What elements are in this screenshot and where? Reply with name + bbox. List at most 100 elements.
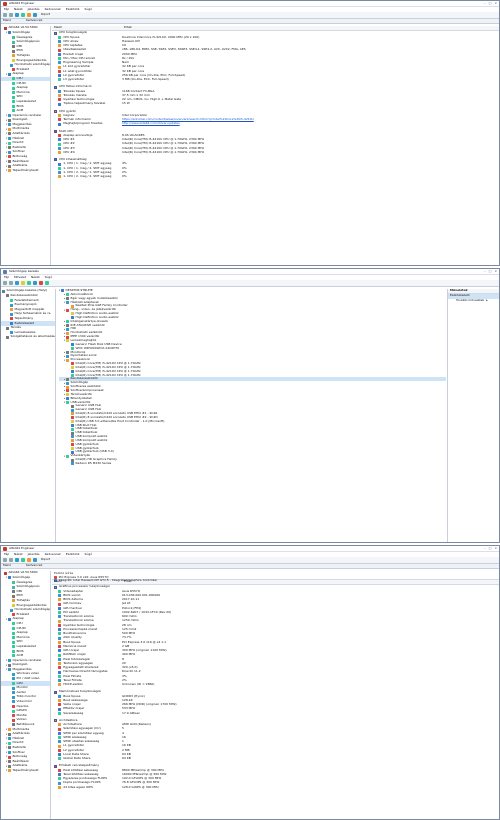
report-icon[interactable] — [33, 13, 37, 17]
device-icon — [66, 339, 69, 343]
property-row[interactable]: HDCP-eszköz Unknown (ID = 2860) — [52, 683, 499, 687]
properties-icon[interactable] — [21, 281, 25, 285]
property-value: 76.8 GFLOPS @ 300 MHz — [122, 781, 160, 785]
user-icon[interactable] — [27, 13, 31, 17]
up-icon[interactable] — [15, 13, 19, 17]
nav-item[interactable]: ▾ Teljesítményteszt — [1, 168, 50, 173]
property-value: 2 GB — [122, 644, 130, 648]
category-icon — [8, 764, 11, 768]
property-value: 32 KB per core — [122, 69, 145, 73]
category-icon — [8, 727, 11, 731]
property-link[interactable]: https://ark.intel.com/content/www/us/en/… — [122, 118, 499, 122]
update-icon[interactable] — [45, 281, 49, 285]
property-name: Busz típusa — [63, 640, 81, 644]
menu-item[interactable]: Kedvencek — [45, 552, 61, 557]
minimize-icon[interactable]: – — [484, 546, 486, 551]
property-value: 2017.10.11 — [122, 598, 140, 601]
property-value: AMD GCN (Radeon) — [122, 723, 152, 726]
forward-icon[interactable] — [9, 558, 13, 562]
property-name: 24 bites egész IOPS — [63, 785, 93, 789]
minimize-icon[interactable]: – — [484, 269, 486, 274]
property-link[interactable]: http://www.aida64.com/driver-updates — [122, 122, 499, 126]
user-icon[interactable] — [27, 558, 31, 562]
back-icon[interactable] — [3, 13, 7, 17]
close-icon[interactable]: × — [494, 1, 497, 6]
menu-item[interactable]: Művelet — [14, 275, 26, 280]
menu-item[interactable]: Fájl — [4, 7, 9, 12]
property-row[interactable]: Meghajtóprogram frissítés http://www.aida… — [52, 122, 499, 126]
menu-item[interactable]: Jelentés — [28, 7, 40, 12]
menu-item[interactable]: Súgó — [45, 275, 53, 280]
column-value[interactable]: Érték — [122, 579, 132, 584]
menu-item[interactable]: Súgó — [85, 552, 93, 557]
property-row[interactable]: CPU #4 Intel(R) Core(TM) i5-4210U CPU @ 1… — [52, 151, 499, 155]
tab-favorites[interactable]: Kedvencek — [26, 18, 52, 23]
menu-item[interactable]: Eszközök — [66, 552, 80, 557]
up-icon[interactable] — [15, 558, 19, 562]
report-button[interactable]: Riport — [41, 12, 50, 17]
property-name: L3 gyorsítótár — [63, 78, 85, 81]
column-value[interactable]: Érték — [122, 26, 132, 30]
property-icon — [58, 611, 62, 615]
menu-item[interactable]: Eszközök — [66, 7, 80, 12]
minimize-icon[interactable]: – — [484, 1, 486, 6]
section-icon — [54, 585, 57, 589]
property-icon — [58, 44, 62, 48]
help-icon[interactable] — [27, 281, 31, 285]
property-row[interactable]: Tipikus teljesítmény felvétel 15 W — [52, 102, 499, 106]
property-row[interactable]: 24 bites egész IOPS 128.0 GIOPS @ 300 MHz — [52, 785, 499, 789]
nav-item[interactable]: ▾ Teljesítményteszt — [1, 768, 50, 774]
section-icon — [54, 719, 57, 723]
device-icon — [71, 416, 74, 420]
tab-menu[interactable]: Menü — [1, 563, 26, 568]
menu-item[interactable]: Fájl — [4, 552, 9, 557]
tab-favorites[interactable]: Kedvencek — [26, 563, 52, 568]
property-list: CPU tulajdonságok CPU típusa DualCore Inte… — [52, 30, 499, 182]
forward-icon[interactable] — [9, 281, 13, 285]
back-icon[interactable] — [3, 281, 7, 285]
property-icon — [58, 61, 62, 65]
property-row[interactable]: Sávszélesség 17.0 GB/sec — [52, 711, 499, 715]
scan-icon[interactable] — [33, 281, 37, 285]
menu-item[interactable]: Jelentés — [28, 552, 40, 557]
maximize-icon[interactable]: □ — [489, 269, 492, 274]
property-value: Haswell-ULT — [122, 39, 140, 43]
menu-item[interactable]: Súgó — [85, 7, 93, 12]
property-name: Termék információ — [63, 118, 91, 121]
forward-icon[interactable] — [9, 13, 13, 17]
property-row[interactable]: L3 gyorsítótár 3 MB (On-Die, ECC, Full-Sp… — [52, 78, 499, 82]
report-icon[interactable] — [33, 558, 37, 562]
tree-icon — [6, 294, 9, 298]
report-button[interactable]: Riport — [41, 557, 50, 562]
maximize-icon[interactable]: □ — [489, 546, 492, 551]
maximize-icon[interactable]: □ — [489, 1, 492, 6]
property-value: 533 MHz — [122, 707, 136, 711]
action-more[interactable]: További műveletek ▸ — [448, 298, 499, 304]
property-icon — [58, 703, 62, 707]
property-icon — [58, 727, 62, 731]
property-row[interactable]: Global Data Share 64 KB — [52, 757, 499, 761]
menu-item[interactable]: Nézet — [31, 275, 40, 280]
menu-item[interactable]: Kedvencek — [45, 7, 61, 12]
tab-menu[interactable]: Menü — [1, 18, 26, 23]
close-icon[interactable]: × — [494, 546, 497, 551]
property-icon — [58, 768, 62, 772]
property-icon — [58, 89, 62, 93]
property-icon — [58, 166, 62, 170]
property-value: 1002-6907 / 1043-1FC0 (Rev 00) — [122, 610, 172, 614]
menu-item[interactable]: Nézet — [14, 7, 23, 12]
tree-icon — [6, 335, 9, 339]
refresh-icon[interactable] — [21, 558, 25, 562]
property-row[interactable]: 1. CPU / 2. mag / 2. SMT egység 0% — [52, 175, 499, 179]
property-name: ASIC Quality — [63, 636, 82, 640]
refresh-icon[interactable] — [21, 13, 25, 17]
menu-item[interactable]: Nézet — [14, 552, 23, 557]
close-icon[interactable]: × — [494, 269, 497, 274]
menu-item[interactable]: Fájl — [4, 275, 9, 280]
device-tree-item[interactable]: Radeon R5 M230 Series — [59, 461, 446, 466]
property-value: Intel(R) Core(TM) i5-4210U CPU @ 1.70GHz… — [122, 150, 205, 154]
console-tree-item[interactable]: Szolgáltatások és alkalmazások — [1, 335, 55, 340]
up-icon[interactable] — [15, 281, 19, 285]
uninstall-icon[interactable] — [39, 281, 43, 285]
back-icon[interactable] — [3, 558, 7, 562]
